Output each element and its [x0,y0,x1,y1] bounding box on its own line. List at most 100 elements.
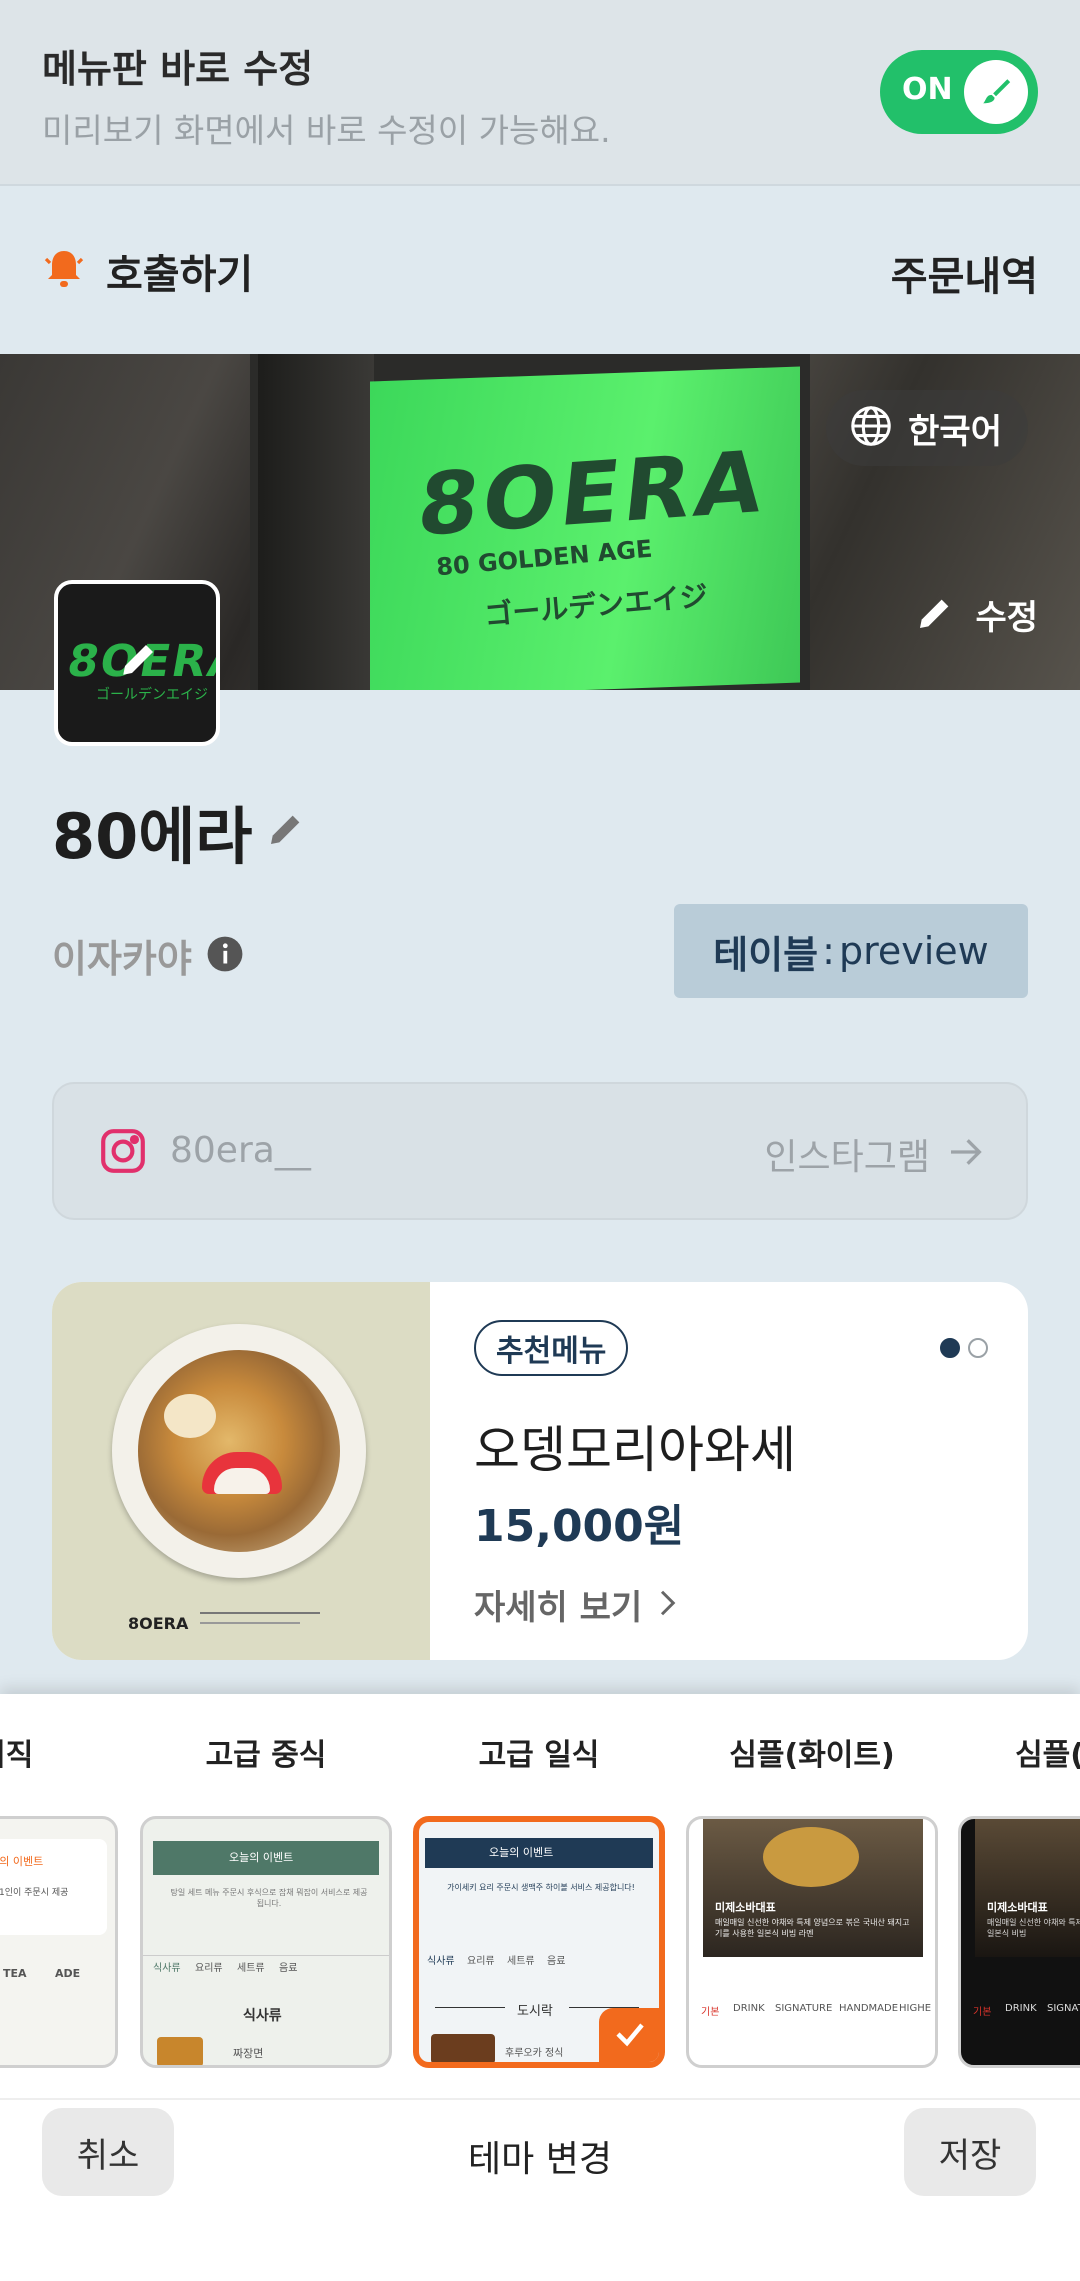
preview-tab: 음료 [547,1956,566,1967]
chevron-right-icon [652,1588,682,1622]
theme-preview[interactable]: 오늘의 이벤트 1인이 주문시 제공 TEA ADE [0,1816,118,2068]
brush-icon [964,60,1028,124]
language-button[interactable]: 한국어 [826,390,1028,466]
edit-mode-toggle[interactable]: ON [880,50,1038,134]
preview-tab: 기본 [973,2007,992,2018]
view-details-button[interactable]: 자세히 보기 [474,1580,682,1629]
cover-sign-side [258,354,374,690]
check-icon [612,2016,648,2056]
caption-line [200,1622,300,1624]
theme-label: 고급 일식 [478,1738,600,1773]
oden-shape [138,1350,340,1552]
store-category: 이자카야 [52,937,192,981]
theme-label: 고급 중식 [205,1738,327,1773]
edit-cover-button[interactable]: 수정 [915,590,1038,639]
save-label: 저장 [938,2135,1002,2176]
order-history-button[interactable]: 주문내역 [891,244,1038,302]
theme-preview-selected[interactable]: 오늘의 이벤트 가이세키 요리 주문시 생맥주 하이볼 서비스 제공합니다! 식… [413,1816,665,2068]
store-logo[interactable]: 8OERA ゴールデンエイジ [54,580,220,746]
instagram-link-label: 인스타그램 [764,1137,930,1178]
preview-item: 후루오카 정식 [505,2048,564,2059]
kamaboko-inner-shape [214,1468,270,1494]
preview-tab: SIGNATURE [775,2003,833,2014]
instagram-link-label-row: 인스타그램 [764,1128,986,1180]
pencil-icon [915,593,955,637]
language-label: 한국어 [908,411,1002,452]
instagram-link[interactable]: 80era__ 인스타그램 [52,1082,1028,1220]
logo-subtext: ゴールデンエイジ [96,687,208,703]
theme-label: 심플(화이트) [729,1738,895,1773]
bell-icon [40,245,88,297]
table-value: preview [838,929,989,973]
preview-text: 가이세키 요리 주문시 생맥주 하이볼 서비스 제공합니다! [447,1883,635,1892]
edit-cover-label: 수정 [975,598,1038,638]
preview-tab: HANDMADE [839,2003,899,2014]
recommended-menu-card[interactable]: 8OERA 추천메뉴 오뎅모리아와세 15,000원 자세히 보기 [52,1282,1028,1660]
preview-tab: HIGHE [899,2003,932,2014]
preview-title: 미제소바대표 [715,1901,776,1914]
call-staff-label: 호출하기 [106,252,254,298]
preview-tab: TEA [3,1967,27,1980]
selected-check-badge [599,2008,659,2062]
caption-line [200,1612,320,1614]
preview-title: 오늘의 이벤트 [229,1851,294,1864]
preview-tab: 기본 [701,2007,720,2018]
preview-tab: ADE [55,1967,81,1980]
edit-mode-subtitle: 미리보기 화면에서 바로 수정이 가능해요. [42,111,611,150]
carousel-indicator [940,1338,988,1358]
call-staff-button[interactable]: 호출하기 [40,242,253,300]
preview-tab: 식사류 [427,1956,455,1967]
preview-title: 미제소바대표 [987,1901,1048,1914]
carousel-dot[interactable] [968,1338,988,1358]
save-button[interactable]: 저장 [904,2108,1036,2196]
theme-label: 베이직 [0,1738,34,1773]
preview-tab: SIGNAT [1047,2003,1080,2014]
sheet-action-bar: 취소 테마 변경 저장 [0,2098,1080,2281]
theme-carousel[interactable]: 베이직 오늘의 이벤트 1인이 주문시 제공 TEA ADE 고급 중식 오늘의… [0,1694,1080,2074]
theme-preview[interactable]: 오늘의 이벤트 탕일 세트 메뉴 주문시 후식으로 잡채 뭐잡이 서비스로 제공… [140,1816,392,2068]
theme-preview[interactable]: 미제소바대표 매일매일 신선한 야채와 특제 양념으로 볶은 국내산 돼지고기를… [686,1816,938,2068]
theme-change-sheet: 베이직 오늘의 이벤트 1인이 주문시 제공 TEA ADE 고급 중식 오늘의… [0,1694,1080,2281]
instagram-icon [98,1126,148,1180]
table-badge: 테이블 : preview [674,904,1028,998]
preview-tab: 음료 [279,1963,298,1974]
image-caption-logo: 8OERA [128,1614,189,1633]
preview-tab: DRINK [1005,2003,1037,2014]
toggle-label: ON [902,72,953,107]
preview-title: 오늘의 이벤트 [489,1846,554,1859]
store-name: 80에라 [52,800,253,873]
preview-tab: 세트류 [237,1963,265,1974]
recommended-tag-label: 추천메뉴 [496,1334,607,1369]
pencil-icon [118,638,160,684]
preview-text: 탕일 세트 메뉴 주문시 후식으로 잡채 뭐잡이 서비스로 제공됩니다. [170,1888,368,1908]
recommended-menu-price: 15,000원 [474,1501,685,1552]
preview-item: 짜장면 [233,2047,264,2060]
globe-icon [848,403,894,453]
table-separator: : [822,929,835,973]
preview-title: 오늘의 이벤트 [0,1855,44,1868]
theme-preview[interactable]: 미제소바대표 매일매일 신선한 야채와 특제 양념으로 볶은 고기를 사용한 일… [958,1816,1080,2068]
store-category-row: 이자카야 [52,928,244,983]
preview-text: 매일매일 신선한 야채와 특제 양념으로 볶은 국내산 돼지고기를 사용한 일본… [715,1918,910,1938]
preview-tab: DRINK [733,2003,765,2014]
recommended-menu-image: 8OERA [52,1282,430,1660]
preview-tab: 식사류 [153,1963,181,1974]
instagram-handle: 80era__ [170,1130,311,1171]
theme-label: 심플(블랙) [1015,1738,1080,1773]
preview-text: 매일매일 신선한 야채와 특제 양념으로 볶은 고기를 사용한 일본식 비빔 [987,1918,1080,1938]
egg-shape [164,1394,216,1438]
carousel-dot-active[interactable] [940,1338,960,1358]
preview-tab: 요리류 [467,1956,495,1967]
preview-tab: 요리류 [195,1963,223,1974]
preview-text: 1인이 주문시 제공 [0,1888,69,1898]
table-key: 테이블 [713,932,819,977]
header: 호출하기 주문내역 [0,188,1080,354]
edit-mode-banner: 메뉴판 바로 수정 미리보기 화면에서 바로 수정이 가능해요. ON [0,0,1080,186]
edit-mode-title: 메뉴판 바로 수정 [42,47,314,91]
info-icon[interactable] [206,935,244,977]
pencil-icon [266,809,306,853]
preview-section: 도시락 [517,2004,553,2019]
store-name-row[interactable]: 80에라 [52,786,306,876]
preview-tab: 세트류 [507,1956,535,1967]
arrow-right-icon [946,1132,986,1176]
